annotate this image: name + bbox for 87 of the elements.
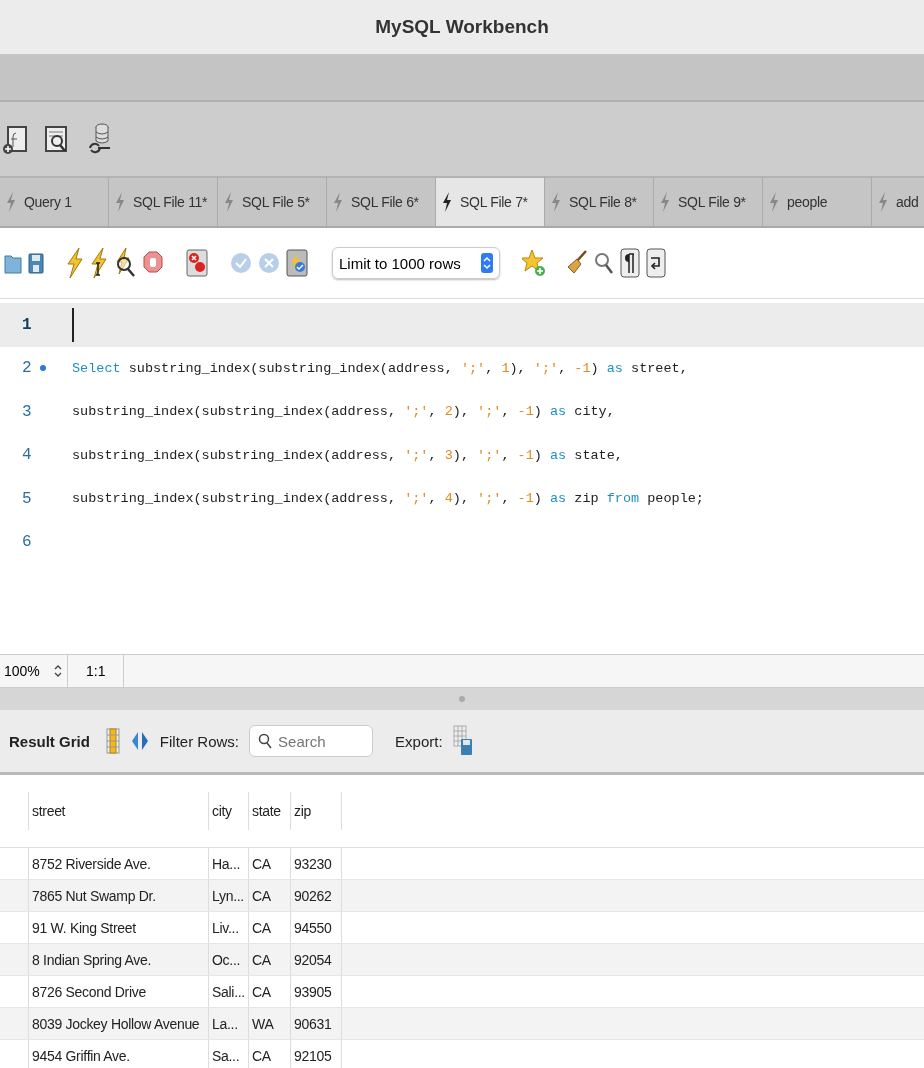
export-icon[interactable]: [452, 725, 473, 757]
search-icon: [258, 733, 273, 749]
table-cell: Oc...: [208, 944, 248, 975]
autocommit-icon[interactable]: [286, 249, 308, 277]
line-number: 6: [22, 533, 32, 552]
lightning-icon: [115, 192, 125, 212]
line-number: 3: [22, 402, 32, 421]
lightning-icon: [551, 192, 561, 212]
filter-rows-label: Filter Rows:: [159, 732, 240, 750]
column-header[interactable]: state: [248, 792, 290, 830]
lightning-icon: [224, 192, 234, 212]
column-header[interactable]: zip: [290, 792, 342, 830]
table-cell: 91 W. King Street: [28, 912, 208, 943]
stop-icon[interactable]: [142, 250, 164, 276]
execute-current-icon[interactable]: [90, 247, 108, 279]
table-cell: Lyn...: [208, 880, 248, 911]
table-cell: 93905: [290, 976, 342, 1007]
save-icon[interactable]: [28, 251, 44, 275]
code-line: substring_index(substring_index(address, ';', 2), ';', -1) as city,: [72, 404, 615, 420]
table-cell: 90262: [290, 880, 342, 911]
table-cell: 92054: [290, 944, 342, 975]
new-function-icon[interactable]: [2, 123, 28, 155]
table-cell: 94550: [290, 912, 342, 943]
table-cell: CA: [248, 912, 290, 943]
table-cell: La...: [208, 1008, 248, 1039]
lightning-icon: [878, 192, 888, 212]
table-cell: 9454 Griffin Ave.: [28, 1040, 208, 1068]
query-tab[interactable]: SQL File 8*: [545, 178, 654, 226]
explain-icon[interactable]: [114, 247, 136, 279]
text-cursor: [72, 307, 74, 342]
table-cell: 8039 Jockey Hollow Avenue: [28, 1008, 208, 1039]
search-icon[interactable]: [594, 250, 614, 276]
table-cell: CA: [248, 880, 290, 911]
table-cell: 7865 Nut Swamp Dr.: [28, 880, 208, 911]
table-cell: 8 Indian Spring Ave.: [28, 944, 208, 975]
line-number: 4: [22, 446, 32, 465]
table-cell: Sa...: [208, 1040, 248, 1068]
splitter-handle[interactable]: [459, 696, 465, 702]
code-line: substring_index(substring_index(address, ';', 4), ';', -1) as zip from people;: [72, 491, 704, 507]
cursor-position: 1:1: [68, 655, 124, 687]
table-cell: 92105: [290, 1040, 342, 1068]
query-tab[interactable]: add: [872, 178, 924, 226]
query-tab[interactable]: people: [763, 178, 872, 226]
query-tab[interactable]: SQL File 7*: [436, 178, 545, 226]
table-cell: Sali...: [208, 976, 248, 1007]
line-number: 5: [22, 489, 32, 508]
query-tab[interactable]: Query 1: [0, 178, 109, 226]
lightning-icon: [660, 192, 670, 212]
column-header[interactable]: city: [208, 792, 248, 830]
stop-on-error-icon[interactable]: [186, 249, 208, 277]
inspect-icon[interactable]: [44, 123, 70, 155]
search-field[interactable]: Search: [249, 725, 374, 757]
query-tab[interactable]: SQL File 9*: [654, 178, 763, 226]
limit-dropdown[interactable]: Limit to 1000 rows: [332, 247, 500, 279]
line-number: 1: [22, 315, 32, 334]
stepper-icon: [481, 253, 493, 273]
column-header[interactable]: street: [28, 792, 208, 830]
pilcrow-icon[interactable]: [620, 248, 640, 278]
code-line: Select substring_index(substring_index(address, ';', 1), ';', -1) as street,: [72, 360, 688, 376]
table-cell: Liv...: [208, 912, 248, 943]
lightning-icon: [769, 192, 779, 212]
zoom-selector[interactable]: 100%: [0, 655, 68, 687]
result-grid-title: Result Grid: [9, 732, 90, 750]
lightning-icon: [6, 192, 16, 212]
lightning-icon: [442, 192, 452, 212]
window-title: MySQL Workbench: [375, 16, 549, 38]
table-cell: Ha...: [208, 848, 248, 879]
query-tab[interactable]: SQL File 11*: [109, 178, 218, 226]
wrap-icon[interactable]: [646, 248, 666, 278]
table-cell: 90631: [290, 1008, 342, 1039]
table-cell: 93230: [290, 848, 342, 879]
code-line: substring_index(substring_index(address, ';', 3), ';', -1) as state,: [72, 447, 623, 463]
star-add-icon[interactable]: [522, 248, 546, 278]
query-tab[interactable]: SQL File 5*: [218, 178, 327, 226]
line-number: 2: [22, 359, 32, 378]
table-cell: 8752 Riverside Ave.: [28, 848, 208, 879]
export-label: Export:: [395, 732, 443, 750]
stepper-icon: [53, 663, 63, 679]
database-migration-icon[interactable]: [86, 122, 112, 156]
lightning-icon: [333, 192, 343, 212]
table-cell: 8726 Second Drive: [28, 976, 208, 1007]
table-cell: CA: [248, 848, 290, 879]
execute-icon[interactable]: [66, 247, 84, 279]
table-cell: CA: [248, 976, 290, 1007]
table-cell: WA: [248, 1008, 290, 1039]
table-cell: CA: [248, 1040, 290, 1068]
table-cell: CA: [248, 944, 290, 975]
